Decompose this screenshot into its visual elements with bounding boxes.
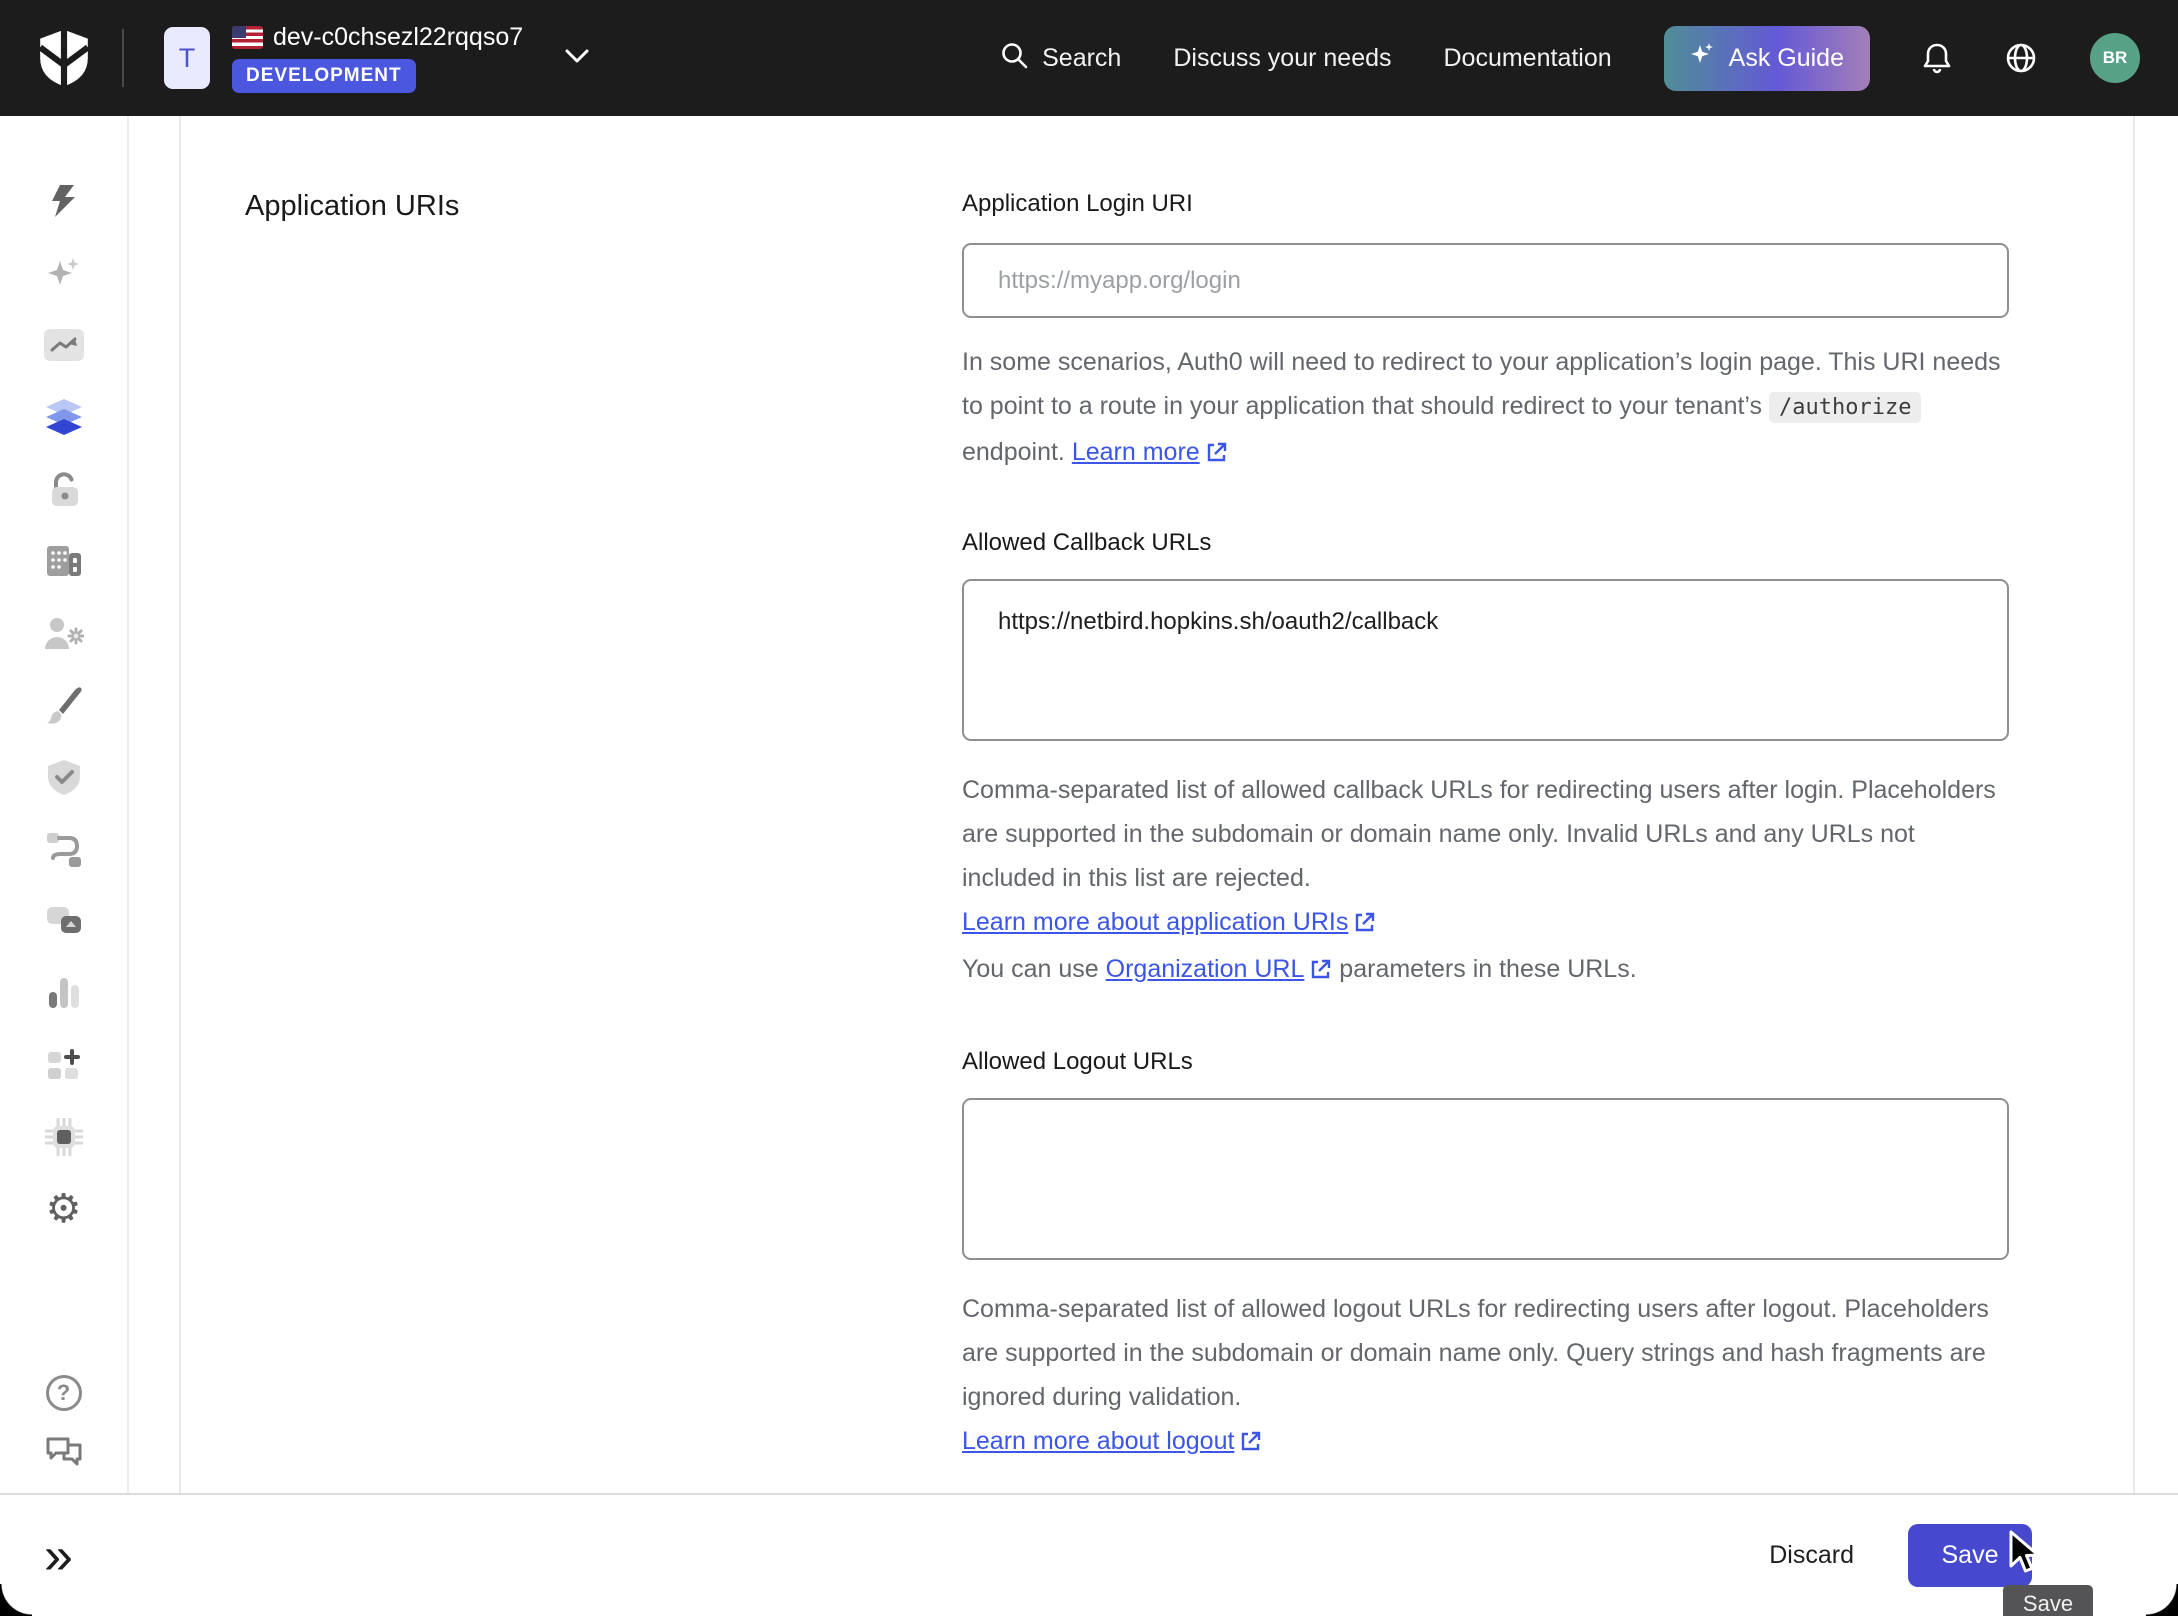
sidebar-item-organizations[interactable]	[44, 541, 84, 581]
logout-desc-text: Comma-separated list of allowed logout U…	[962, 1295, 1989, 1411]
nav-documentation-label: Documentation	[1444, 44, 1612, 73]
nav-search-label: Search	[1042, 44, 1121, 73]
branding-brush-icon	[45, 686, 83, 724]
activity-bolt-icon	[48, 184, 80, 218]
language-globe-button[interactable]	[2004, 41, 2038, 75]
monitoring-bars-icon	[47, 976, 81, 1010]
organization-url-link[interactable]: Organization URL	[1106, 955, 1305, 983]
help-icon: ?	[46, 1375, 82, 1411]
top-navbar: T dev-c0chsezl22rqqso7 DEVELOPMENT	[0, 0, 2178, 116]
navbar-divider	[122, 29, 124, 87]
nav-search[interactable]: Search	[1000, 41, 1121, 76]
tenant-initial-avatar: T	[164, 27, 210, 89]
screen-corner-bottom-left	[0, 1584, 32, 1616]
application-settings-panel: Application URIs Application Login URI I…	[179, 116, 2135, 1493]
callback-urls-textarea[interactable]: https://netbird.hopkins.sh/oauth2/callba…	[962, 579, 2009, 741]
environment-badge: DEVELOPMENT	[232, 59, 416, 93]
developer-chip-icon	[45, 1118, 83, 1156]
search-icon	[1000, 41, 1028, 76]
chevron-down-icon	[565, 49, 589, 68]
screen-corner-bottom-right	[2146, 1584, 2178, 1616]
callback-desc-text3: parameters in these URLs.	[1332, 955, 1636, 983]
sidebar-item-branding[interactable]	[44, 685, 84, 725]
marketplace-grid-plus-icon	[46, 1048, 82, 1082]
sidebar-item-marketplace[interactable]	[44, 1045, 84, 1085]
callback-urls-description: Comma-separated list of allowed callback…	[962, 768, 2009, 994]
logout-urls-description: Comma-separated list of allowed logout U…	[962, 1287, 2009, 1466]
external-link-icon	[1354, 903, 1376, 947]
login-uri-description: In some scenarios, Auth0 will need to re…	[962, 340, 2009, 477]
analytics-trend-icon	[44, 329, 84, 361]
us-flag-icon	[232, 26, 263, 49]
callback-desc-text: Comma-separated list of allowed callback…	[962, 776, 1996, 892]
sidebar-item-user-management[interactable]	[44, 613, 84, 653]
ask-guide-button[interactable]: Ask Guide	[1664, 26, 1870, 91]
tenant-name: dev-c0chsezl22rqqso7	[273, 23, 523, 52]
feedback-icon	[45, 1436, 83, 1470]
sidebar-item-activity[interactable]	[44, 181, 84, 221]
sparkle-icon	[1690, 42, 1716, 75]
sidebar-expand-button[interactable]: »	[34, 1530, 83, 1582]
sidebar-item-settings[interactable]: ⚙	[44, 1189, 84, 1229]
login-uri-input[interactable]	[962, 243, 2009, 318]
tenant-switcher[interactable]: T dev-c0chsezl22rqqso7 DEVELOPMENT	[164, 23, 589, 93]
authentication-lock-icon	[46, 471, 82, 507]
sidebar-item-actions[interactable]	[44, 829, 84, 869]
login-uri-desc-text2: endpoint.	[962, 438, 1065, 466]
sidebar-item-monitoring[interactable]	[44, 973, 84, 1013]
sidebar-item-help[interactable]: ?	[44, 1373, 84, 1413]
external-link-icon	[1206, 433, 1228, 477]
save-button[interactable]: Save	[1908, 1524, 2032, 1587]
bell-icon	[1922, 42, 1952, 74]
ask-guide-label: Ask Guide	[1729, 44, 1844, 73]
security-shield-icon	[46, 759, 82, 795]
callback-urls-label: Allowed Callback URLs	[962, 527, 2009, 559]
globe-icon	[2004, 41, 2038, 75]
user-avatar[interactable]: BR	[2090, 33, 2140, 83]
section-title: Application URIs	[245, 190, 962, 223]
ai-sparkles-icon	[47, 257, 81, 289]
sidebar-item-developer[interactable]	[44, 1117, 84, 1157]
external-link-icon	[1310, 950, 1332, 994]
discard-button[interactable]: Discard	[1769, 1541, 1854, 1570]
learn-more-application-uris-link[interactable]: Learn more about application URIs	[962, 908, 1348, 936]
learn-more-link[interactable]: Learn more	[1072, 438, 1200, 466]
settings-gear-icon: ⚙	[46, 1189, 82, 1229]
extensions-clone-icon	[45, 905, 83, 937]
logout-urls-textarea[interactable]	[962, 1098, 2009, 1260]
sidebar-nav: ⚙ ?	[0, 116, 129, 1493]
save-bar: » Discard Save	[0, 1493, 2178, 1616]
applications-layers-icon	[44, 399, 84, 435]
login-uri-label: Application Login URI	[962, 188, 2009, 220]
user-management-icon	[44, 616, 84, 650]
sidebar-item-ai[interactable]	[44, 253, 84, 293]
sidebar-item-applications[interactable]	[44, 397, 84, 437]
auth0-logo-icon	[34, 27, 94, 89]
sidebar-item-feedback[interactable]	[44, 1433, 84, 1473]
actions-flow-icon	[45, 831, 83, 867]
nav-discuss-label: Discuss your needs	[1173, 44, 1391, 73]
authorize-code-chip: /authorize	[1769, 392, 1921, 423]
learn-more-logout-link[interactable]: Learn more about logout	[962, 1427, 1234, 1455]
organizations-building-icon	[45, 544, 83, 578]
nav-documentation[interactable]: Documentation	[1444, 44, 1612, 73]
logout-urls-label: Allowed Logout URLs	[962, 1046, 2009, 1078]
callback-desc-text2: You can use	[962, 955, 1106, 983]
external-link-icon	[1240, 1422, 1262, 1466]
sidebar-item-extensions[interactable]	[44, 901, 84, 941]
nav-discuss-your-needs[interactable]: Discuss your needs	[1173, 44, 1391, 73]
save-tooltip: Save	[2003, 1585, 2093, 1616]
notifications-bell-button[interactable]	[1922, 42, 1952, 74]
sidebar-item-security[interactable]	[44, 757, 84, 797]
sidebar-item-analytics[interactable]	[44, 325, 84, 365]
sidebar-item-authentication[interactable]	[44, 469, 84, 509]
